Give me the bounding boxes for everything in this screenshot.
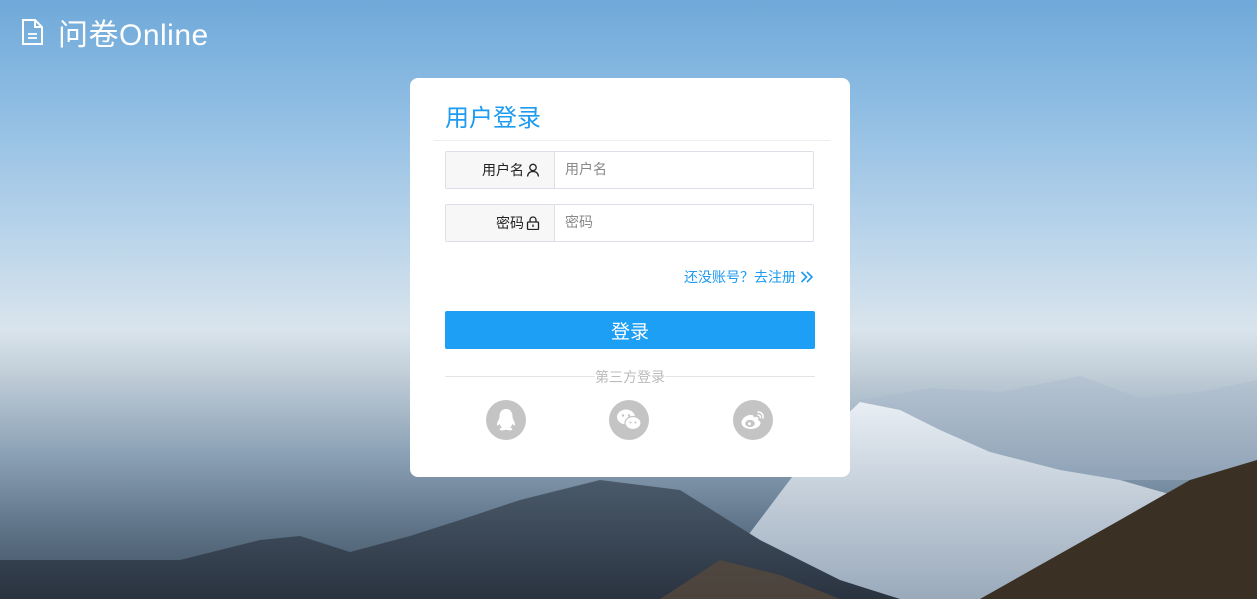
login-button[interactable]: 登录 xyxy=(445,311,815,349)
weibo-login-button[interactable] xyxy=(733,400,773,440)
qq-icon xyxy=(496,409,516,431)
document-icon xyxy=(22,19,43,45)
third-party-divider: 第三方登录 xyxy=(445,367,815,387)
lock-icon xyxy=(526,216,540,230)
user-icon xyxy=(526,163,540,177)
third-party-label: 第三方登录 xyxy=(595,370,665,386)
divider-line-right xyxy=(665,376,815,377)
wechat-icon xyxy=(617,409,642,431)
password-input[interactable] xyxy=(555,205,813,241)
login-card: 用户登录 用户名 密码 还没账号？去注册 登录 xyxy=(410,78,850,477)
qq-login-button[interactable] xyxy=(486,400,526,440)
username-label-text: 用户名 xyxy=(482,163,524,179)
register-link-text: 还没账号？去注册 xyxy=(684,270,796,286)
password-field: 密码 xyxy=(445,204,814,242)
register-link[interactable]: 还没账号？去注册 xyxy=(684,267,814,287)
password-label-text: 密码 xyxy=(496,216,524,232)
double-chevron-right-icon xyxy=(800,271,814,283)
username-field: 用户名 xyxy=(445,151,814,189)
weibo-icon xyxy=(741,411,764,429)
username-label: 用户名 xyxy=(446,152,555,188)
password-label: 密码 xyxy=(446,205,555,241)
title-divider xyxy=(434,140,830,141)
login-title: 用户登录 xyxy=(445,104,541,132)
brand-name: 问卷Online xyxy=(58,19,209,52)
wechat-login-button[interactable] xyxy=(609,400,649,440)
username-input[interactable] xyxy=(555,152,813,188)
brand: 问卷Online xyxy=(18,10,209,54)
